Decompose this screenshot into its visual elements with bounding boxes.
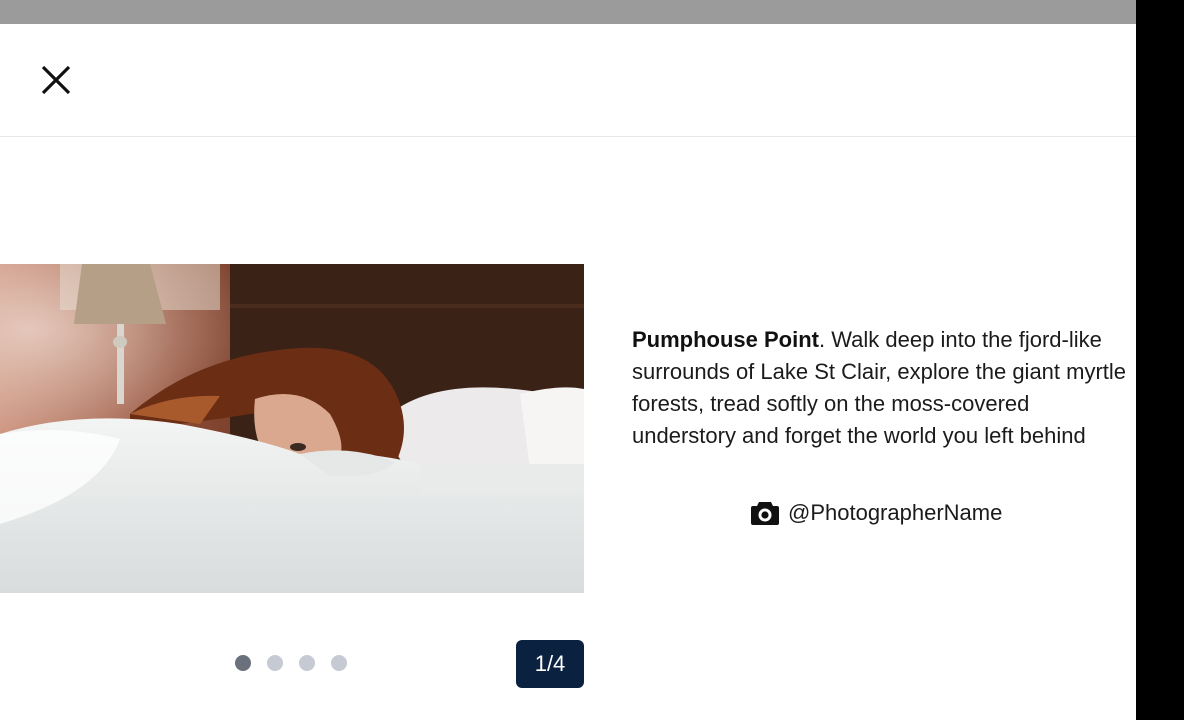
- close-button[interactable]: [32, 56, 80, 104]
- top-strip: [0, 0, 1136, 24]
- modal-header: [0, 24, 1136, 137]
- photo-bed-woman: [0, 264, 584, 593]
- credit-handle: @PhotographerName: [788, 500, 1003, 525]
- pagination-dot-4[interactable]: [331, 655, 347, 671]
- pagination-dot-2[interactable]: [267, 655, 283, 671]
- pagination-dot-3[interactable]: [299, 655, 315, 671]
- slide-caption: Pumphouse Point. Walk deep into the fjor…: [632, 324, 1136, 452]
- camera-icon: [751, 502, 779, 525]
- photo-credit: @PhotographerName: [750, 497, 1002, 529]
- close-icon: [41, 65, 71, 95]
- slide-photo: [0, 264, 584, 593]
- caption-title: Pumphouse Point: [632, 327, 819, 352]
- slide-counter: 1/4: [516, 640, 584, 688]
- right-edge: [1136, 0, 1184, 720]
- pagination-dots: [235, 655, 347, 671]
- pagination-dot-1[interactable]: [235, 655, 251, 671]
